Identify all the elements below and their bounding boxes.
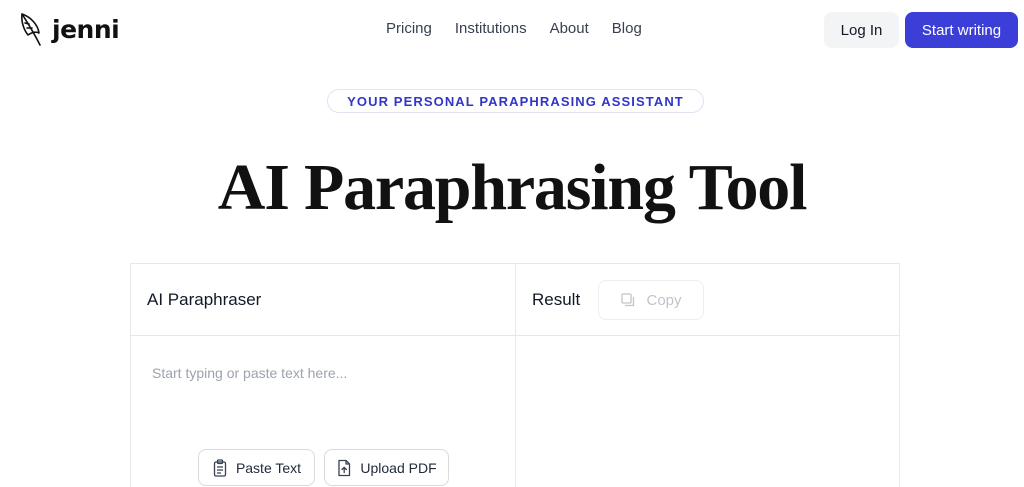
clipboard-icon xyxy=(213,458,227,477)
upload-pdf-label: Upload PDF xyxy=(360,459,437,476)
copy-icon xyxy=(621,293,635,307)
quill-icon xyxy=(21,13,41,46)
logo[interactable]: jenni xyxy=(16,10,120,48)
copy-label: Copy xyxy=(646,291,682,309)
paraphrase-input[interactable] xyxy=(131,337,515,437)
result-pane: Result Copy xyxy=(516,264,900,487)
nav-about[interactable]: About xyxy=(550,19,589,39)
paste-text-label: Paste Text xyxy=(235,459,302,476)
input-pane-header: AI Paraphraser xyxy=(131,264,515,336)
nav-blog[interactable]: Blog xyxy=(612,19,642,39)
result-pane-header: Result Copy xyxy=(516,264,900,336)
nav-pricing[interactable]: Pricing xyxy=(386,19,432,39)
result-pane-title: Result xyxy=(532,290,581,309)
top-bar: jenni Pricing Institutions About Blog Lo… xyxy=(0,0,1024,60)
tagline-badge: YOUR PERSONAL PARAPHRASING ASSISTANT xyxy=(327,89,704,113)
start-writing-button[interactable]: Start writing xyxy=(905,12,1018,48)
page-title: AI Paraphrasing Tool xyxy=(217,151,808,224)
login-button[interactable]: Log In xyxy=(824,12,899,48)
input-pane: AI Paraphraser Paste Text Upload PDF xyxy=(131,264,516,487)
input-pane-title: AI Paraphraser xyxy=(147,290,262,309)
copy-button[interactable]: Copy xyxy=(598,280,704,320)
main-nav: Pricing Institutions About Blog xyxy=(386,19,665,39)
logo-text: jenni xyxy=(52,14,120,44)
paste-text-button[interactable]: Paste Text xyxy=(198,449,315,486)
upload-pdf-button[interactable]: Upload PDF xyxy=(324,449,449,486)
paraphrase-panel: AI Paraphraser Paste Text Upload PDF Res… xyxy=(130,263,900,487)
file-upload-icon xyxy=(338,459,351,476)
nav-institutions[interactable]: Institutions xyxy=(455,19,527,39)
